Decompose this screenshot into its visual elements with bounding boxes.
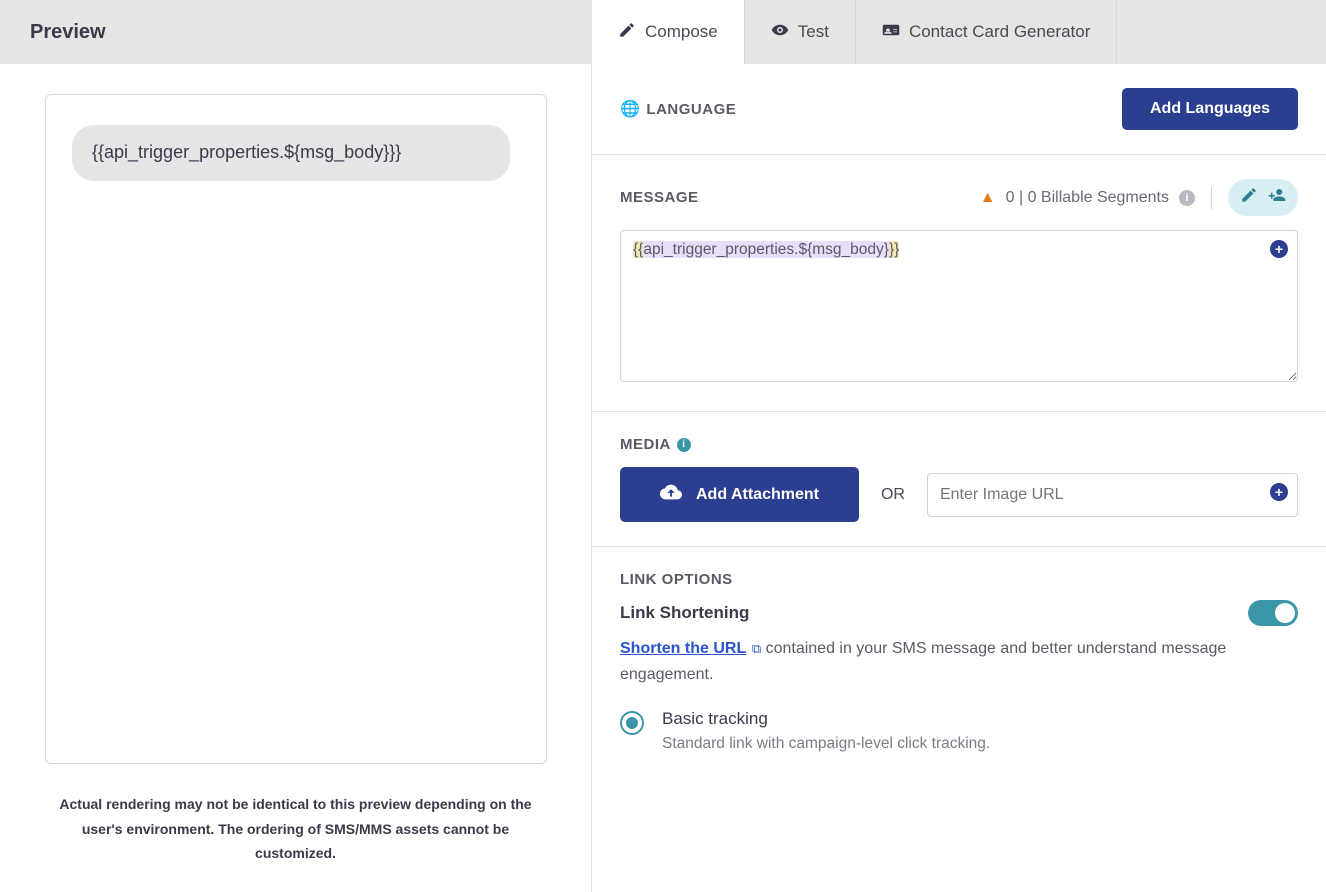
pencil-icon <box>618 21 636 44</box>
person-add-icon[interactable] <box>1268 186 1286 209</box>
info-icon[interactable]: i <box>1179 190 1195 206</box>
tab-test-label: Test <box>798 22 829 42</box>
tab-contact-card[interactable]: Contact Card Generator <box>856 0 1117 64</box>
tab-test[interactable]: Test <box>745 0 856 64</box>
warning-icon: ▲ <box>980 189 996 207</box>
shorten-url-link[interactable]: Shorten the URL <box>620 640 746 657</box>
cloud-upload-icon <box>660 481 682 508</box>
edit-icon[interactable] <box>1240 186 1258 209</box>
preview-bubble: {{api_trigger_properties.${msg_body}}} <box>72 125 510 181</box>
link-options-label: LINK OPTIONS <box>620 571 1298 588</box>
basic-tracking-sub: Standard link with campaign-level click … <box>662 735 990 753</box>
basic-tracking-title: Basic tracking <box>662 709 990 729</box>
eye-icon <box>771 21 789 44</box>
language-label: 🌐 LANGUAGE <box>620 99 736 119</box>
link-shortening-desc: Shorten the URL ⧉ contained in your SMS … <box>620 636 1298 687</box>
globe-icon: 🌐 <box>620 99 640 119</box>
preview-disclaimer: Actual rendering may not be identical to… <box>45 792 546 866</box>
preview-title: Preview <box>0 0 591 64</box>
tab-contact-label: Contact Card Generator <box>909 22 1090 42</box>
id-card-icon <box>882 21 900 44</box>
message-input[interactable] <box>620 230 1298 382</box>
media-or: OR <box>881 486 905 504</box>
tab-compose[interactable]: Compose <box>592 0 745 64</box>
add-attachment-button[interactable]: Add Attachment <box>620 467 859 522</box>
preview-panel: Preview {{api_trigger_properties.${msg_b… <box>0 0 592 892</box>
billable-segments: 0 | 0 Billable Segments <box>1006 189 1169 207</box>
external-link-icon: ⧉ <box>748 641 761 656</box>
link-shortening-toggle[interactable] <box>1248 600 1298 626</box>
message-tools <box>1228 179 1298 216</box>
message-label: MESSAGE <box>620 189 699 206</box>
image-url-input[interactable] <box>927 473 1298 517</box>
info-icon[interactable]: i <box>677 438 691 452</box>
add-languages-button[interactable]: Add Languages <box>1122 88 1298 130</box>
insert-variable-button[interactable]: + <box>1270 240 1288 258</box>
editor-panel: Compose Test Contact Card Generator 🌐 <box>592 0 1326 892</box>
link-shortening-label: Link Shortening <box>620 603 749 623</box>
insert-url-variable-button[interactable]: + <box>1270 483 1288 501</box>
preview-frame: {{api_trigger_properties.${msg_body}}} <box>45 94 547 764</box>
basic-tracking-radio[interactable] <box>620 711 644 735</box>
tab-compose-label: Compose <box>645 22 718 42</box>
divider <box>1211 187 1212 209</box>
editor-tabs: Compose Test Contact Card Generator <box>592 0 1326 64</box>
media-label: MEDIA i <box>620 436 1298 453</box>
